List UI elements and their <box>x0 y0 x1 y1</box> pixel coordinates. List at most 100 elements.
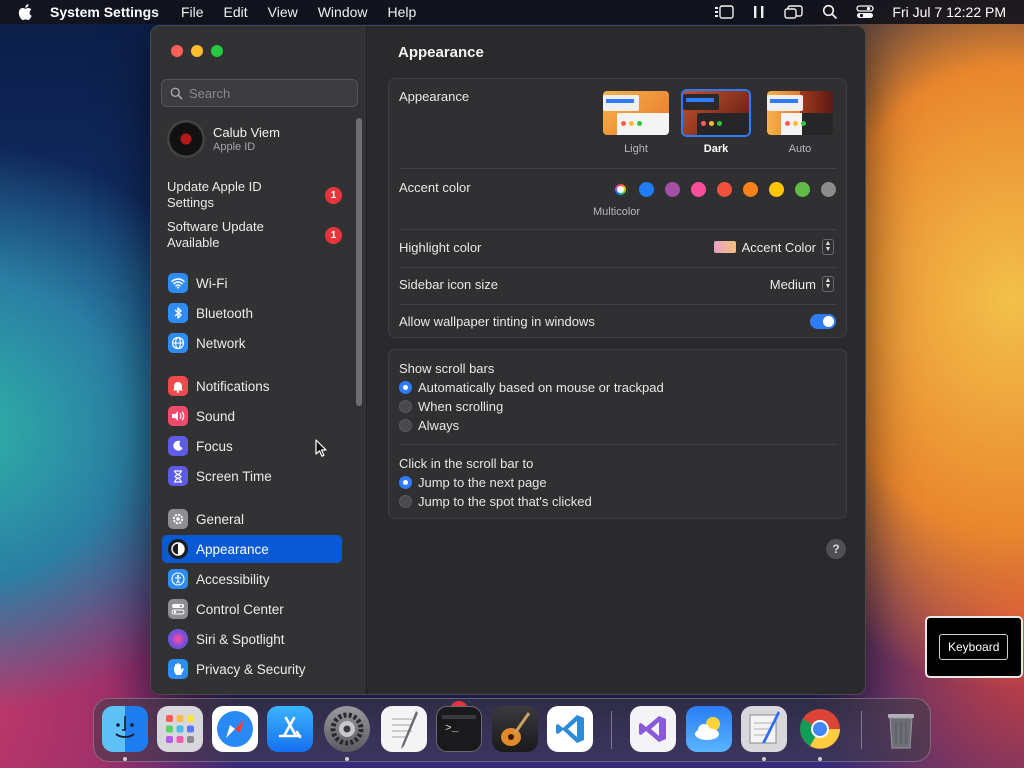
sidebar-item-accessibility[interactable]: Accessibility <box>162 565 342 593</box>
appearance-option-light[interactable]: Light <box>601 89 671 155</box>
sidebar-item-privacy-security[interactable]: Privacy & Security <box>162 655 342 683</box>
accent-swatch-blue[interactable] <box>639 182 654 197</box>
sidebar-item-siri-spotlight[interactable]: Siri & Spotlight <box>162 625 342 653</box>
apple-id-account[interactable]: Calub Viem Apple ID <box>167 120 280 158</box>
notice-software-update[interactable]: Software Update Available 1 <box>167 219 357 251</box>
sidebar-item-appearance[interactable]: Appearance <box>162 535 342 563</box>
wallpaper-tinting-toggle[interactable] <box>810 314 836 329</box>
accent-color-label: Accent color <box>399 180 471 195</box>
zoom-button[interactable] <box>211 45 223 57</box>
accent-swatch-red[interactable] <box>717 182 732 197</box>
sidebar-item-control-center[interactable]: Control Center <box>162 595 342 623</box>
svg-text:>_: >_ <box>445 723 459 735</box>
sidebar-item-general[interactable]: General <box>162 505 342 533</box>
menu-help[interactable]: Help <box>388 4 417 20</box>
dock-vscode-icon[interactable] <box>547 706 593 752</box>
appearance-option-auto[interactable]: Auto <box>765 89 835 155</box>
accent-swatch-purple[interactable] <box>665 182 680 197</box>
moon-icon <box>168 436 188 456</box>
dock-launchpad-icon[interactable] <box>157 706 203 752</box>
sidebar-icon-size-popup[interactable]: Medium ▲ ▼ <box>770 276 834 292</box>
menu-file[interactable]: File <box>181 4 204 20</box>
stage-manager-icon[interactable] <box>714 5 735 19</box>
search-input[interactable] <box>189 85 349 101</box>
sidebar-item-wifi[interactable]: Wi-Fi <box>162 269 342 297</box>
page-title: Appearance <box>398 44 484 61</box>
radio-button[interactable] <box>399 495 412 508</box>
hourglass-icon <box>168 466 188 486</box>
screen-mirroring-icon[interactable] <box>784 5 804 19</box>
sidebar-item-network[interactable]: Network <box>162 329 342 357</box>
chevron-updown-icon: ▲ ▼ <box>822 239 834 255</box>
notice-update-apple-id[interactable]: Update Apple ID Settings 1 <box>167 179 357 211</box>
accent-swatch-graphite[interactable] <box>821 182 836 197</box>
dock-script-editor-icon[interactable] <box>741 706 787 752</box>
dock-chrome-icon[interactable] <box>797 706 843 752</box>
sidebar-item-notifications[interactable]: Notifications <box>162 372 342 400</box>
bell-icon <box>168 376 188 396</box>
dock-visual-studio-icon[interactable] <box>630 706 676 752</box>
radio-scroll-auto[interactable]: Automatically based on mouse or trackpad <box>399 380 664 395</box>
system-settings-window: Calub Viem Apple ID Update Apple ID Sett… <box>150 25 866 695</box>
sidebar-item-label: Bluetooth <box>196 305 254 321</box>
sidebar-item-label: Notifications <box>196 378 270 394</box>
sidebar: Calub Viem Apple ID Update Apple ID Sett… <box>151 26 367 694</box>
dock-trash-icon[interactable] <box>878 706 924 752</box>
radio-button[interactable] <box>399 400 412 413</box>
highlight-color-popup[interactable]: Accent Color ▲ ▼ <box>713 239 834 255</box>
dock-garageband-icon[interactable] <box>492 706 538 752</box>
help-button[interactable]: ? <box>826 539 846 559</box>
menu-view[interactable]: View <box>268 4 298 20</box>
pause-icon[interactable] <box>752 5 766 19</box>
menu-app-name[interactable]: System Settings <box>50 4 159 20</box>
notice-badge: 1 <box>325 187 342 204</box>
dock-safari-icon[interactable] <box>212 706 258 752</box>
sidebar-item-label: Siri & Spotlight <box>196 631 285 647</box>
search-icon <box>170 87 183 100</box>
accent-swatch-pink[interactable] <box>691 182 706 197</box>
radio-label: When scrolling <box>418 399 504 414</box>
menu-edit[interactable]: Edit <box>224 4 248 20</box>
appearance-option-dark[interactable]: Dark <box>681 89 751 155</box>
apple-logo-icon[interactable] <box>16 2 36 22</box>
dock-weather-icon[interactable] <box>686 706 732 752</box>
radio-button[interactable] <box>399 476 412 489</box>
search-field[interactable] <box>161 79 358 107</box>
appearance-icon <box>168 539 188 559</box>
notice-label: Software Update Available <box>167 219 264 250</box>
radio-button[interactable] <box>399 419 412 432</box>
sidebar-item-label: Control Center <box>196 601 284 617</box>
dock-finder-icon[interactable] <box>102 706 148 752</box>
accent-swatch-orange[interactable] <box>743 182 758 197</box>
control-center-icon[interactable] <box>856 4 875 20</box>
appearance-option-label: Auto <box>788 143 812 155</box>
radio-scroll-always[interactable]: Always <box>399 418 459 433</box>
accent-swatch-green[interactable] <box>795 182 810 197</box>
accent-swatch-yellow[interactable] <box>769 182 784 197</box>
radio-jump-to-spot[interactable]: Jump to the spot that's clicked <box>399 494 592 509</box>
menu-window[interactable]: Window <box>318 4 368 20</box>
appearance-panel: Appearance Light Dark Auto Accent color … <box>388 78 847 338</box>
dock-textedit-icon[interactable] <box>381 706 427 752</box>
window-controls <box>171 45 223 57</box>
sidebar-scrollbar[interactable] <box>356 118 362 406</box>
sidebar-item-sound[interactable]: Sound <box>162 402 342 430</box>
radio-jump-next-page[interactable]: Jump to the next page <box>399 475 547 490</box>
dock-system-settings-icon[interactable] <box>324 706 370 752</box>
spotlight-search-icon[interactable] <box>822 4 838 20</box>
dark-thumbnail <box>681 89 751 137</box>
minimize-button[interactable] <box>191 45 203 57</box>
menubar-clock[interactable]: Fri Jul 7 12:22 PM <box>892 4 1006 20</box>
sidebar-item-screen-time[interactable]: Screen Time <box>162 462 342 490</box>
radio-scroll-when-scrolling[interactable]: When scrolling <box>399 399 503 414</box>
sidebar-item-label: Focus <box>196 438 233 454</box>
radio-label: Jump to the next page <box>418 475 547 490</box>
sidebar-item-bluetooth[interactable]: Bluetooth <box>162 299 342 327</box>
sidebar-item-label: Accessibility <box>196 571 270 587</box>
radio-button[interactable] <box>399 381 412 394</box>
dock-terminal-icon[interactable]: >_ <box>436 706 482 752</box>
close-button[interactable] <box>171 45 183 57</box>
accent-swatch-multicolor[interactable] <box>613 182 628 197</box>
wifi-icon <box>168 273 188 293</box>
dock-app-store-icon[interactable] <box>267 706 313 752</box>
